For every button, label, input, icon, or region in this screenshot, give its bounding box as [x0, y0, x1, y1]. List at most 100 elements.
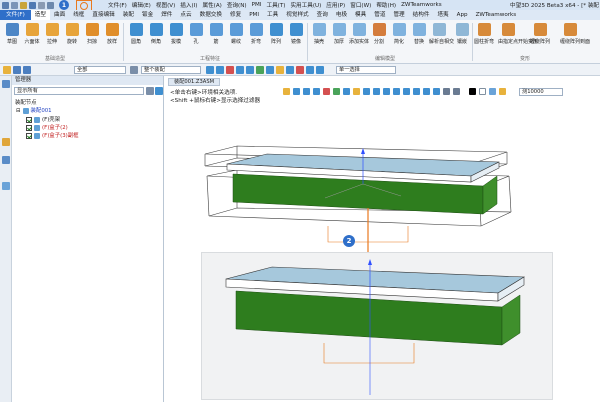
menu-window[interactable]: 窗口(W)	[350, 1, 371, 9]
view-manager-icon[interactable]	[2, 156, 10, 164]
resolve-intersection-button[interactable]: 解析自相交	[429, 22, 454, 52]
tab-visual-style[interactable]: 视觉样式	[282, 10, 312, 20]
deform-from-point-button[interactable]: 由指定点开始变形	[498, 22, 538, 52]
menu-attribute[interactable]: 属性(A)	[202, 1, 221, 9]
sketch-button[interactable]: 草图	[2, 22, 22, 52]
hole-button[interactable]: 孔	[186, 22, 206, 52]
visibility-checkbox[interactable]	[26, 133, 32, 139]
tab-electrode[interactable]: 电极	[332, 10, 351, 20]
snap-perpendicular-icon[interactable]	[316, 66, 324, 74]
snap-end-icon[interactable]	[276, 66, 284, 74]
split-button[interactable]: 分割	[369, 22, 389, 52]
filter-icon[interactable]	[130, 66, 138, 74]
tab-mold[interactable]: 模具	[351, 10, 370, 20]
pointer-icon[interactable]	[13, 66, 21, 74]
draft-button[interactable]: 拔模	[166, 22, 186, 52]
tab-sheetmetal[interactable]: 钣金	[138, 10, 157, 20]
snap-face-icon[interactable]	[246, 66, 254, 74]
emboss-button[interactable]: 镶嵌	[452, 22, 472, 52]
rib-button[interactable]: 筋	[206, 22, 226, 52]
tab-file[interactable]: 文件(F)	[0, 10, 31, 20]
manager-filter-icon[interactable]	[146, 87, 154, 95]
snap-mid-icon[interactable]	[266, 66, 274, 74]
tab-data-exchange[interactable]: 数据交换	[196, 10, 226, 20]
shell-button[interactable]: 抽壳	[309, 22, 329, 52]
collapse-toggle-icon[interactable]: ⊟	[16, 107, 21, 115]
visibility-checkbox[interactable]	[26, 125, 32, 131]
add-solid-button[interactable]: 添加实体	[349, 22, 369, 52]
menu-help[interactable]: 帮助(H)	[376, 1, 396, 9]
settings-gear-icon[interactable]	[80, 2, 88, 10]
select-mode-combo[interactable]: 单一选择	[336, 66, 396, 74]
revolve-button[interactable]: 旋转	[62, 22, 82, 52]
tree-node-box-2[interactable]: (F)盒子(2)	[26, 124, 68, 132]
hexahedron-button[interactable]: 六面体	[22, 22, 42, 52]
wrap-pattern-button[interactable]: 缠绕阵列	[530, 22, 550, 52]
menu-insert[interactable]: 插入(I)	[180, 1, 197, 9]
scope-combo[interactable]: 整个装配	[141, 66, 201, 74]
bend-button[interactable]: 折弯	[246, 22, 266, 52]
pick-filter-icon[interactable]	[3, 66, 11, 74]
tab-structure[interactable]: 结构件	[409, 10, 434, 20]
assembly-manager-icon[interactable]	[2, 138, 10, 146]
menu-edit[interactable]: 编辑(E)	[132, 1, 151, 9]
tree-node-box-3[interactable]: (F)盒子(3)副框	[26, 132, 79, 140]
snap-point-icon[interactable]	[216, 66, 224, 74]
tree-node-root[interactable]: ⊟ 装配001	[16, 107, 52, 115]
snap-tangent-icon[interactable]	[286, 66, 294, 74]
tab-query[interactable]: 查询	[313, 10, 332, 20]
thicken-button[interactable]: 加厚	[329, 22, 349, 52]
snap-center-icon[interactable]	[226, 66, 234, 74]
menu-file[interactable]: 文件(F)	[108, 1, 127, 9]
thread-button[interactable]: 螺纹	[226, 22, 246, 52]
menu-utilities[interactable]: 实用工具(U)	[290, 1, 321, 9]
print-icon[interactable]	[38, 1, 45, 9]
save-icon[interactable]	[29, 1, 36, 9]
menu-view[interactable]: 视图(V)	[156, 1, 175, 9]
tab-wireframe[interactable]: 线框	[69, 10, 88, 20]
open-file-icon[interactable]	[20, 1, 27, 9]
tab-piping[interactable]: 管道	[370, 10, 389, 20]
simplify-button[interactable]: 简化	[389, 22, 409, 52]
tree-node-shell-frame[interactable]: (F)壳架	[26, 116, 60, 124]
chamfer-button[interactable]: 倒角	[146, 22, 166, 52]
layer-manager-icon[interactable]	[2, 182, 10, 190]
sweep-button[interactable]: 扫掠	[82, 22, 102, 52]
loft-button[interactable]: 放样	[102, 22, 122, 52]
manager-settings-icon[interactable]	[155, 87, 163, 95]
menu-apps[interactable]: 应用(P)	[326, 1, 345, 9]
tab-tools[interactable]: 工具	[263, 10, 282, 20]
snap-edge-icon[interactable]	[236, 66, 244, 74]
tab-extra[interactable]: 塔夷	[433, 10, 452, 20]
pattern-button[interactable]: 阵列	[266, 22, 286, 52]
new-file-icon[interactable]	[11, 1, 18, 9]
snap-quadrant-icon[interactable]	[306, 66, 314, 74]
graphics-viewport[interactable]: 装配001.Z3ASM <单击右键>环境相关选项. <Shift +鼠标右键>显…	[165, 76, 600, 402]
menu-pmi[interactable]: PMI	[252, 2, 262, 8]
tab-surface[interactable]: 曲面	[50, 10, 69, 20]
tab-app[interactable]: App	[453, 10, 472, 20]
tab-assembly[interactable]: 装配	[119, 10, 138, 20]
wrap-pattern-to-face-button[interactable]: 缠绕阵列到面	[560, 22, 590, 52]
filter-combo[interactable]: 全部	[74, 66, 126, 74]
pointer-box-icon[interactable]	[23, 66, 31, 74]
tab-modeling[interactable]: 造型	[30, 10, 50, 20]
history-manager-icon[interactable]	[2, 80, 10, 88]
undo-icon[interactable]	[47, 1, 54, 9]
visibility-checkbox[interactable]	[26, 117, 32, 123]
menu-query[interactable]: 查询(N)	[227, 1, 247, 9]
tab-management[interactable]: 管理	[389, 10, 408, 20]
tab-zwteamworks[interactable]: ZWTeamworks	[472, 10, 521, 20]
cylinder-bend-button[interactable]: 圆柱折弯	[474, 22, 494, 52]
snap-grid-icon[interactable]	[256, 66, 264, 74]
tab-direct-edit[interactable]: 直接编辑	[88, 10, 118, 20]
extrude-button[interactable]: 拉伸	[42, 22, 62, 52]
manager-filter-combo[interactable]: 显示所有	[14, 87, 144, 95]
tab-pmi[interactable]: PMI	[245, 10, 263, 20]
tab-repair[interactable]: 修复	[226, 10, 245, 20]
menu-tools[interactable]: 工具(T)	[266, 1, 285, 9]
menu-zwteamworks[interactable]: ZWTeamworks	[401, 2, 442, 8]
tab-point-cloud[interactable]: 点云	[176, 10, 195, 20]
snap-icon[interactable]	[206, 66, 214, 74]
replace-button[interactable]: 替换	[409, 22, 429, 52]
